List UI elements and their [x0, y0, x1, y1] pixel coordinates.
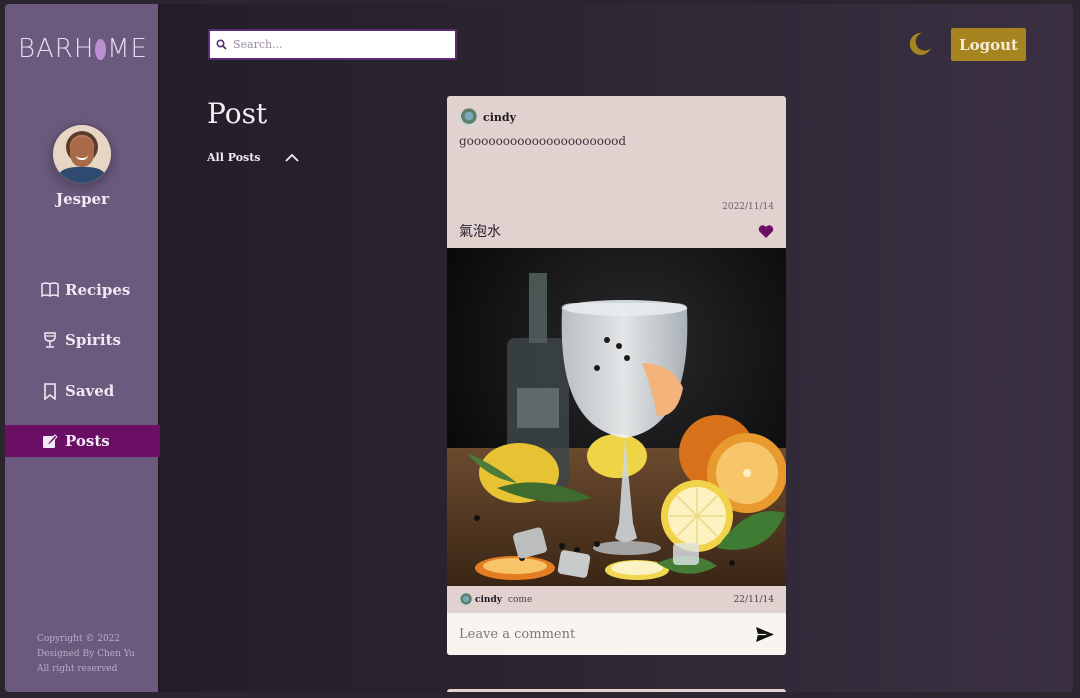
send-icon[interactable] — [755, 626, 775, 643]
post-text: goooooooooooooooooooood — [459, 134, 627, 148]
heart-icon[interactable] — [758, 224, 774, 239]
wine-glass-icon — [41, 331, 59, 349]
search-icon — [216, 35, 227, 54]
logo[interactable]: BARH ME — [18, 34, 148, 64]
comment-input[interactable] — [459, 626, 739, 642]
avatar[interactable] — [53, 125, 111, 183]
post-photo — [447, 248, 786, 586]
post-drink-name[interactable]: 氣泡水 — [459, 221, 501, 241]
author-avatar[interactable] — [459, 108, 477, 126]
sidebar-item-label: Spirits — [65, 331, 121, 349]
post-card: cindy goooooooooooooooooooood 2022/11/14… — [447, 96, 786, 655]
sidebar: BARH ME Jesper Recipes Spirits Saved Pos… — [5, 4, 160, 692]
page-title: Post — [207, 97, 268, 130]
copyright: Copyright © 2022 Designed By Chen Yu All… — [37, 632, 135, 677]
comment-box — [447, 613, 786, 655]
avatar-face — [70, 137, 94, 167]
moon-icon[interactable] — [906, 31, 932, 57]
app-frame: BARH ME Jesper Recipes Spirits Saved Pos… — [5, 4, 1073, 692]
sidebar-item-label: Recipes — [65, 281, 131, 299]
logout-button[interactable]: Logout — [951, 28, 1026, 61]
next-post-card — [447, 689, 786, 692]
sidebar-item-label: Saved — [65, 382, 115, 400]
sidebar-item-label: Posts — [65, 432, 110, 450]
sidebar-item-recipes[interactable]: Recipes — [5, 274, 160, 306]
comment-row: cindy come 22/11/14 — [459, 593, 774, 606]
comment-text: come — [507, 594, 533, 605]
edit-icon — [41, 432, 59, 450]
search-input[interactable] — [233, 38, 443, 51]
logo-o-mark — [95, 38, 107, 60]
post-header: cindy — [459, 108, 516, 126]
rights-line: All right reserved — [37, 664, 118, 674]
comment-author[interactable]: cindy — [475, 595, 502, 605]
filter-label: All Posts — [207, 151, 261, 164]
search-bar — [208, 29, 457, 60]
bookmark-icon — [41, 382, 59, 400]
avatar-shirt — [59, 167, 105, 183]
sidebar-item-saved[interactable]: Saved — [5, 375, 160, 407]
designer-line: Designed By Chen Yu — [37, 649, 135, 659]
logo-text-prefix: BARH — [18, 34, 95, 64]
chevron-up-icon[interactable] — [284, 153, 299, 163]
copyright-line: Copyright © 2022 — [37, 634, 121, 644]
username: Jesper — [55, 190, 110, 208]
logo-text-suffix: ME — [107, 34, 148, 64]
post-date: 2022/11/14 — [722, 202, 774, 212]
post-author[interactable]: cindy — [483, 111, 516, 124]
sidebar-item-posts[interactable]: Posts — [5, 425, 160, 457]
posts-filter[interactable]: All Posts — [207, 151, 299, 164]
book-open-icon — [41, 281, 59, 299]
sidebar-item-spirits[interactable]: Spirits — [5, 324, 160, 356]
comment-date: 22/11/14 — [733, 594, 774, 605]
comment-avatar[interactable] — [459, 593, 472, 606]
